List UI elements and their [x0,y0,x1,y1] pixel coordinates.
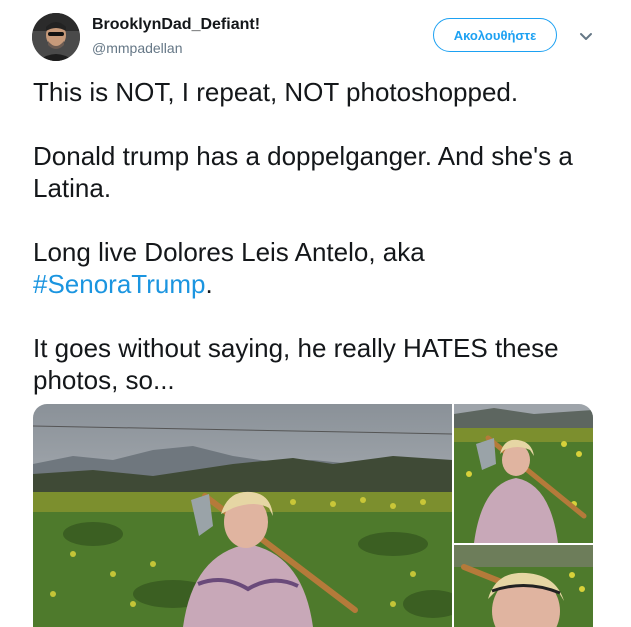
media-photo[interactable] [33,404,452,627]
tweet-paragraph: It goes without saying, he really HATES … [33,333,559,395]
photo-image [33,404,452,627]
photo-image [454,545,593,627]
tweet-paragraph: Donald trump has a doppelganger. And she… [33,141,573,203]
author-display-name[interactable]: BrooklynDad_Defiant! [92,16,260,34]
tweet-text-segment: . [205,269,213,299]
tweet-paragraph: This is NOT, I repeat, NOT photoshopped. [33,77,519,107]
avatar-image [32,13,80,61]
author-handle[interactable]: @mmpadellan [92,40,182,56]
tweet-text-segment: Long live Dolores Leis Antelo, aka [33,237,425,267]
tweet-media-grid [33,404,593,627]
chevron-down-icon[interactable] [576,26,596,46]
media-photo[interactable] [454,545,593,627]
photo-image [454,404,593,543]
hashtag-link[interactable]: #SenoraTrump [33,269,205,299]
tweet-header: BrooklynDad_Defiant! @mmpadellan Ακολουθ… [0,0,631,70]
media-photo[interactable] [454,404,593,543]
tweet-text: This is NOT, I repeat, NOT photoshopped.… [33,76,603,428]
user-avatar[interactable] [32,13,80,61]
follow-button[interactable]: Ακολουθήστε [433,18,557,52]
tweet-paragraph: Long live Dolores Leis Antelo, aka #Seno… [33,236,603,300]
